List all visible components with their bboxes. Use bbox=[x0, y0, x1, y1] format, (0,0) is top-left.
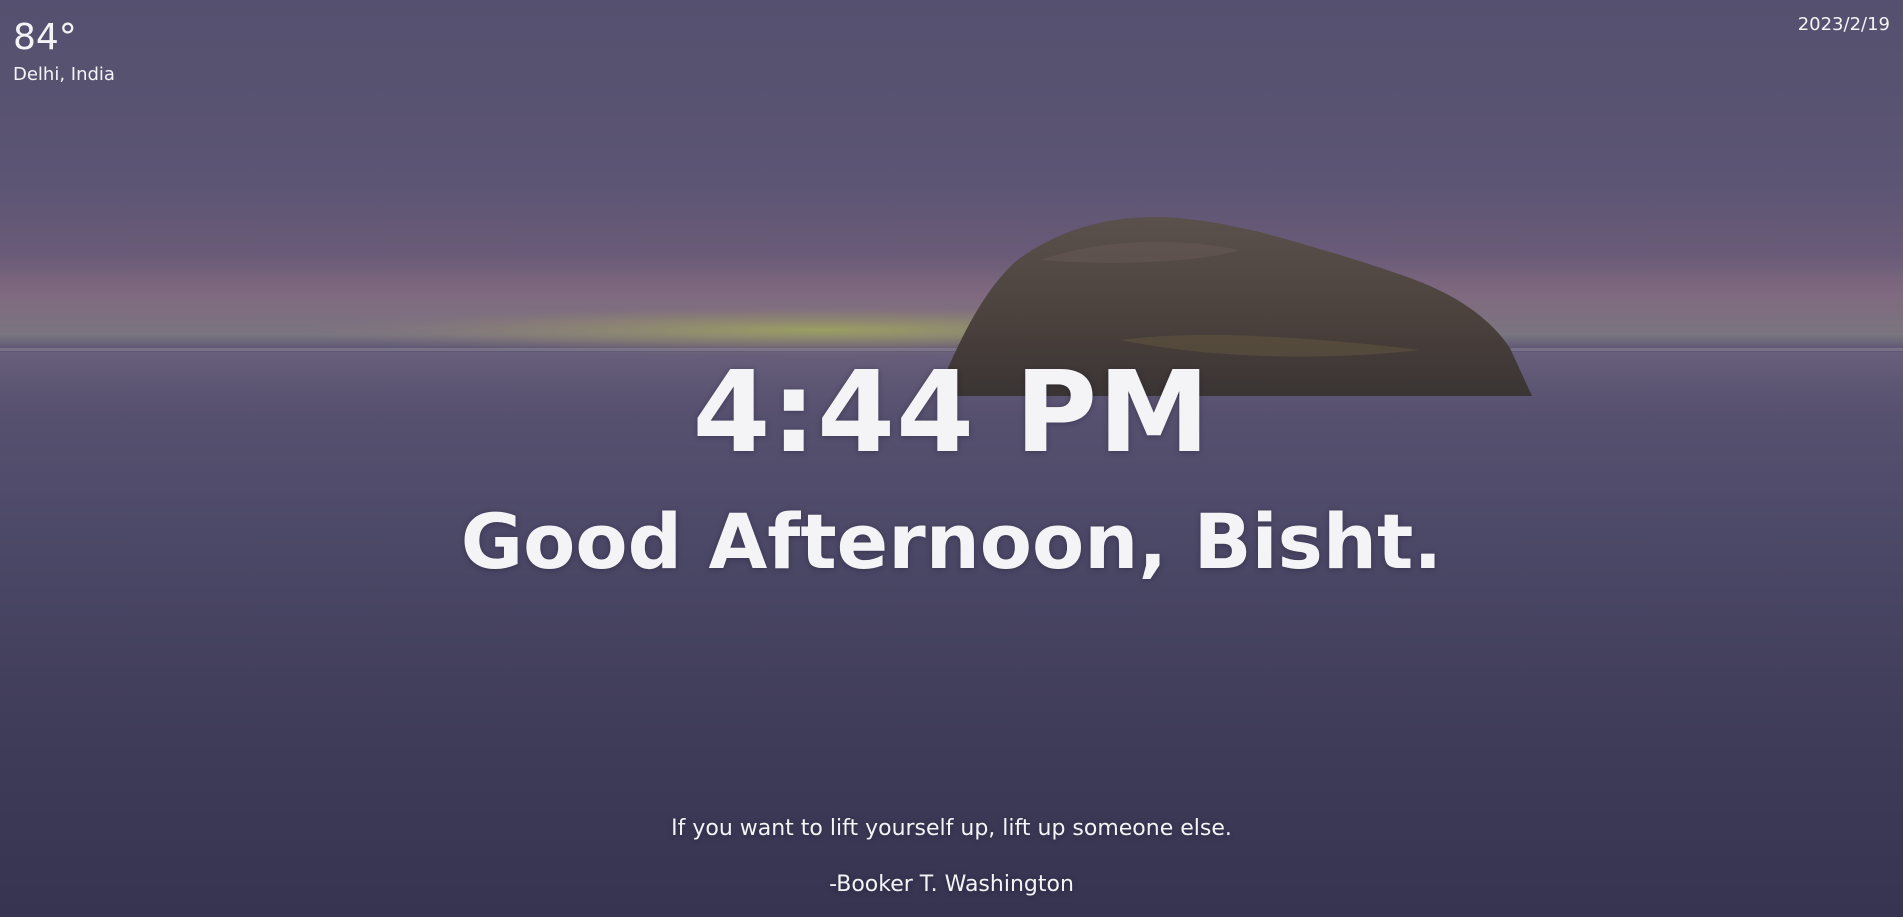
clock-time: 4:44 PM bbox=[692, 348, 1211, 478]
weather-widget[interactable]: 84° Delhi, India bbox=[13, 18, 115, 85]
greeting-text: Good Afternoon, Bisht. bbox=[460, 497, 1443, 586]
rock-highlight bbox=[1040, 241, 1240, 263]
quote-text: If you want to lift yourself up, lift up… bbox=[671, 816, 1232, 841]
date-label: 2023/2/19 bbox=[1797, 14, 1890, 35]
location-label: Delhi, India bbox=[13, 63, 115, 85]
temperature-value: 84° bbox=[13, 17, 77, 58]
quote-author: -Booker T. Washington bbox=[829, 872, 1074, 897]
